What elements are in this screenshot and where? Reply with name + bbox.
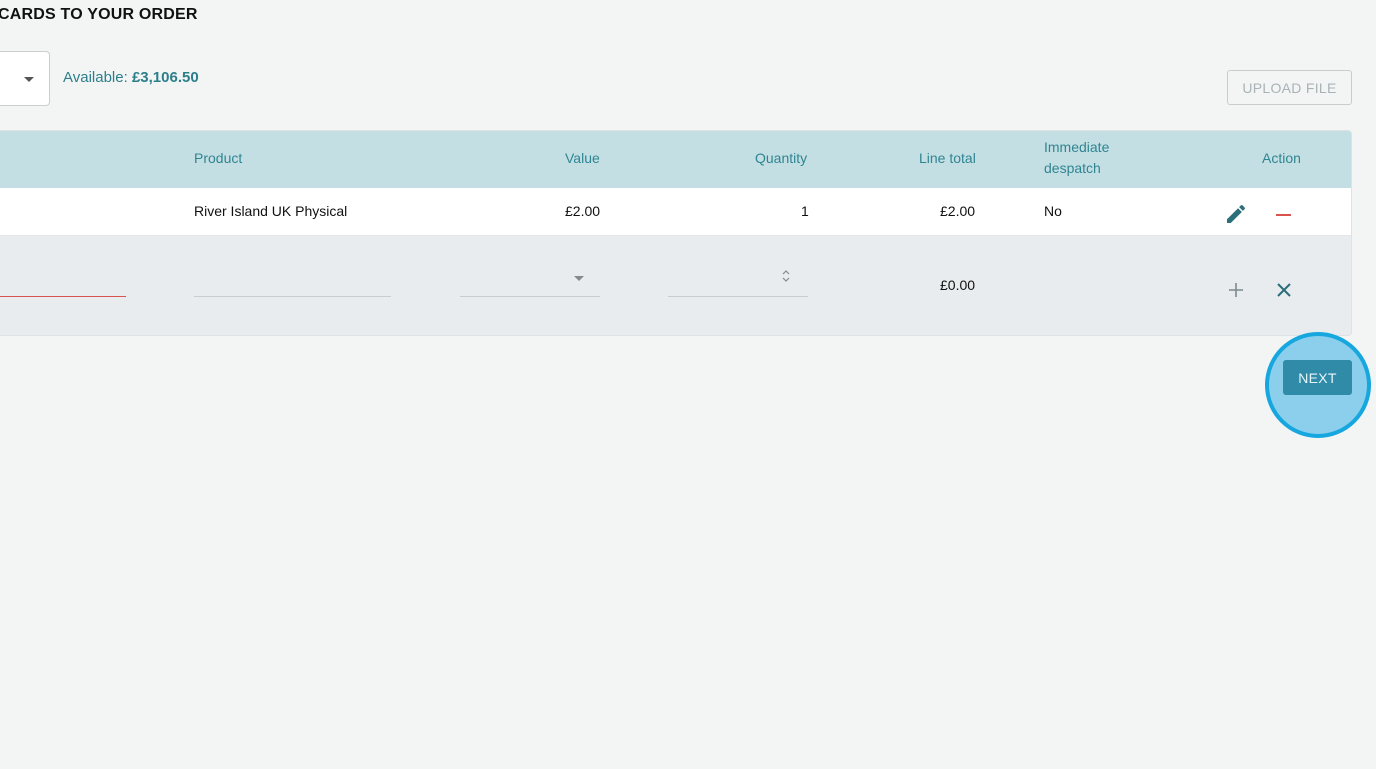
header-product: Product — [194, 150, 243, 166]
order-table: Product Value Quantity Line total Immedi… — [0, 130, 1352, 336]
cell-line-total: £2.00 — [940, 203, 976, 219]
header-quantity: Quantity — [755, 150, 808, 166]
upload-file-button[interactable]: UPLOAD FILE — [1227, 70, 1352, 105]
available-amount: £3,106.50 — [131, 69, 199, 86]
table-row: River Island UK Physical £2.00 1 £2.00 N… — [0, 188, 1351, 236]
next-button[interactable]: NEXT — [1283, 360, 1352, 395]
available-label: Available: — [63, 69, 128, 86]
plus-icon[interactable] — [1224, 278, 1248, 302]
card-number-input[interactable] — [0, 296, 126, 297]
header-action: Action — [1262, 150, 1301, 166]
available-balance: Available: £3,106.50 — [63, 69, 199, 86]
cell-value: £2.00 — [565, 203, 601, 219]
header-value: Value — [565, 150, 600, 166]
cell-line-total: £0.00 — [940, 277, 976, 293]
value-select[interactable] — [460, 296, 600, 297]
account-select[interactable] — [0, 51, 50, 106]
section-title: CARDS TO YOUR ORDER — [0, 6, 198, 23]
minus-icon[interactable] — [1272, 202, 1296, 226]
product-input[interactable] — [194, 296, 391, 297]
chevron-down-icon — [24, 77, 34, 82]
table-header: Product Value Quantity Line total Immedi… — [0, 131, 1351, 188]
new-row: £0.00 — [0, 236, 1351, 335]
stepper-icon[interactable] — [781, 268, 791, 284]
pencil-icon[interactable] — [1224, 202, 1248, 226]
chevron-down-icon — [574, 276, 584, 281]
cell-immediate: No — [1044, 203, 1062, 219]
cell-quantity: 1 — [801, 203, 809, 219]
quantity-stepper[interactable] — [668, 296, 808, 297]
close-icon[interactable] — [1272, 278, 1296, 302]
cell-product: River Island UK Physical — [194, 203, 348, 219]
header-immediate-despatch: Immediate despatch — [1044, 139, 1110, 176]
header-line-total: Line total — [919, 150, 976, 166]
